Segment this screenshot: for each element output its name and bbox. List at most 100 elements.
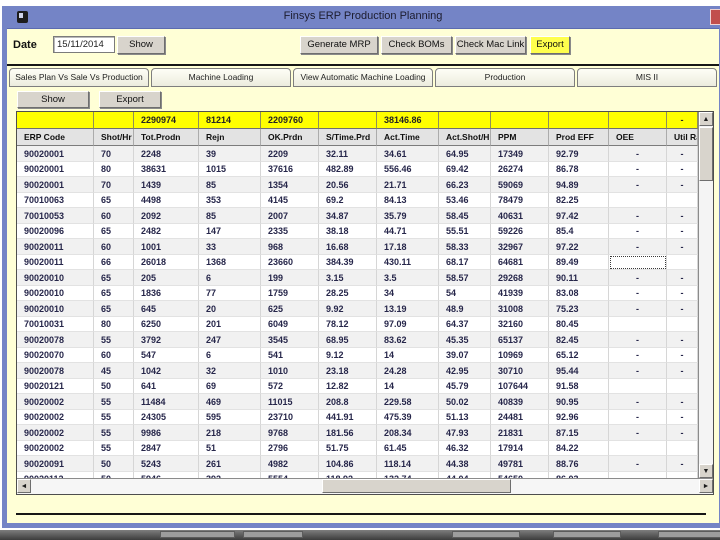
cell[interactable]: - bbox=[667, 363, 698, 379]
cell[interactable]: 53.46 bbox=[439, 192, 491, 208]
cell[interactable]: - bbox=[667, 285, 698, 301]
cell[interactable]: 97.09 bbox=[377, 316, 439, 332]
cell[interactable]: 21831 bbox=[491, 425, 549, 441]
cell[interactable]: 90020002 bbox=[17, 409, 94, 425]
cell[interactable]: 6250 bbox=[134, 316, 199, 332]
horizontal-scrollbar[interactable]: ◄ ► bbox=[17, 478, 713, 494]
titlebar[interactable]: Finsys ERP Production Planning bbox=[2, 6, 720, 28]
cell[interactable]: 68.95 bbox=[319, 332, 377, 348]
check-boms-button[interactable]: Check BOMs bbox=[381, 36, 452, 54]
cell[interactable]: 84.22 bbox=[549, 440, 609, 456]
cell[interactable] bbox=[667, 316, 698, 332]
cell[interactable]: 88.76 bbox=[549, 456, 609, 472]
cell[interactable]: - bbox=[609, 332, 667, 348]
cell[interactable]: 625 bbox=[261, 301, 319, 317]
cell[interactable]: 65 bbox=[94, 192, 134, 208]
cell[interactable]: 83.62 bbox=[377, 332, 439, 348]
cell[interactable]: 97.22 bbox=[549, 239, 609, 255]
cell[interactable]: 26274 bbox=[491, 161, 549, 177]
grid-export-button[interactable]: Export bbox=[99, 91, 161, 108]
cell[interactable]: - bbox=[609, 301, 667, 317]
cell[interactable]: 38631 bbox=[134, 161, 199, 177]
cell[interactable]: 3792 bbox=[134, 332, 199, 348]
cell[interactable]: 32 bbox=[199, 363, 261, 379]
cell[interactable] bbox=[609, 192, 667, 208]
cell[interactable]: 32160 bbox=[491, 316, 549, 332]
cell[interactable]: 80 bbox=[94, 161, 134, 177]
horizontal-scroll-thumb[interactable] bbox=[322, 479, 511, 493]
cell[interactable]: 90020011 bbox=[17, 254, 94, 270]
cell[interactable]: 69.42 bbox=[439, 161, 491, 177]
cell[interactable]: - bbox=[609, 270, 667, 286]
cell[interactable]: - bbox=[609, 223, 667, 239]
cell[interactable]: 595 bbox=[199, 409, 261, 425]
cell[interactable]: 90020121 bbox=[17, 378, 94, 394]
cell[interactable]: 80.45 bbox=[549, 316, 609, 332]
cell[interactable]: 95.44 bbox=[549, 363, 609, 379]
cell[interactable]: - bbox=[667, 332, 698, 348]
cell[interactable]: 90020002 bbox=[17, 425, 94, 441]
cell[interactable]: 55 bbox=[94, 425, 134, 441]
cell[interactable]: 78479 bbox=[491, 192, 549, 208]
cell[interactable]: 2092 bbox=[134, 208, 199, 224]
cell[interactable]: 66.23 bbox=[439, 177, 491, 193]
cell[interactable]: 70010063 bbox=[17, 192, 94, 208]
cell[interactable]: 23.18 bbox=[319, 363, 377, 379]
cell[interactable]: - bbox=[609, 347, 667, 363]
cell[interactable]: - bbox=[609, 161, 667, 177]
cell[interactable]: 89.49 bbox=[549, 254, 609, 270]
cell[interactable]: 90020002 bbox=[17, 394, 94, 410]
cell[interactable] bbox=[609, 378, 667, 394]
check-mac-link-button[interactable]: Check Mac Link bbox=[455, 36, 526, 54]
cell[interactable]: 45 bbox=[94, 363, 134, 379]
cell[interactable]: 218 bbox=[199, 425, 261, 441]
cell[interactable]: 24305 bbox=[134, 409, 199, 425]
taskbar-item[interactable] bbox=[658, 531, 720, 538]
cell[interactable]: 2209 bbox=[261, 146, 319, 162]
grid-show-button[interactable]: Show bbox=[17, 91, 89, 108]
cell[interactable]: 48.9 bbox=[439, 301, 491, 317]
taskbar-item[interactable] bbox=[160, 531, 235, 538]
cell[interactable]: 208.34 bbox=[377, 425, 439, 441]
cell[interactable]: 11484 bbox=[134, 394, 199, 410]
cell[interactable]: 6 bbox=[199, 347, 261, 363]
cell[interactable]: 645 bbox=[134, 301, 199, 317]
cell[interactable]: 2335 bbox=[261, 223, 319, 239]
cell[interactable]: 90.11 bbox=[549, 270, 609, 286]
cell[interactable]: 65 bbox=[94, 270, 134, 286]
cell[interactable]: 55 bbox=[94, 394, 134, 410]
cell[interactable]: 31008 bbox=[491, 301, 549, 317]
cell[interactable]: 9768 bbox=[261, 425, 319, 441]
cell[interactable]: 39 bbox=[199, 146, 261, 162]
cell[interactable]: 68.17 bbox=[439, 254, 491, 270]
cell[interactable]: 1439 bbox=[134, 177, 199, 193]
cell[interactable]: 261 bbox=[199, 456, 261, 472]
taskbar-item[interactable] bbox=[243, 531, 303, 538]
cell[interactable]: 41939 bbox=[491, 285, 549, 301]
cell[interactable]: - bbox=[667, 301, 698, 317]
cell[interactable]: 86.78 bbox=[549, 161, 609, 177]
cell[interactable]: 85.4 bbox=[549, 223, 609, 239]
cell[interactable] bbox=[609, 440, 667, 456]
cell[interactable]: 475.39 bbox=[377, 409, 439, 425]
cell[interactable]: 1010 bbox=[261, 363, 319, 379]
cell[interactable]: 547 bbox=[134, 347, 199, 363]
cell[interactable]: 78.12 bbox=[319, 316, 377, 332]
cell[interactable]: 55.51 bbox=[439, 223, 491, 239]
cell[interactable]: 70 bbox=[94, 177, 134, 193]
cell[interactable]: - bbox=[667, 223, 698, 239]
cell[interactable]: 14 bbox=[377, 347, 439, 363]
cell[interactable]: 45.79 bbox=[439, 378, 491, 394]
tab-sales-plan-vs-sale-vs-production[interactable]: Sales Plan Vs Sale Vs Production bbox=[9, 68, 149, 87]
cell[interactable]: - bbox=[609, 177, 667, 193]
cell[interactable]: 87.15 bbox=[549, 425, 609, 441]
cell[interactable]: 90.95 bbox=[549, 394, 609, 410]
cell[interactable]: 208.8 bbox=[319, 394, 377, 410]
cell[interactable]: 38.18 bbox=[319, 223, 377, 239]
scroll-up-button[interactable]: ▲ bbox=[699, 112, 713, 126]
cell[interactable]: 24481 bbox=[491, 409, 549, 425]
cell[interactable]: 33 bbox=[199, 239, 261, 255]
cell[interactable]: 90020010 bbox=[17, 285, 94, 301]
close-button[interactable] bbox=[710, 9, 720, 25]
cell[interactable]: 60 bbox=[94, 208, 134, 224]
